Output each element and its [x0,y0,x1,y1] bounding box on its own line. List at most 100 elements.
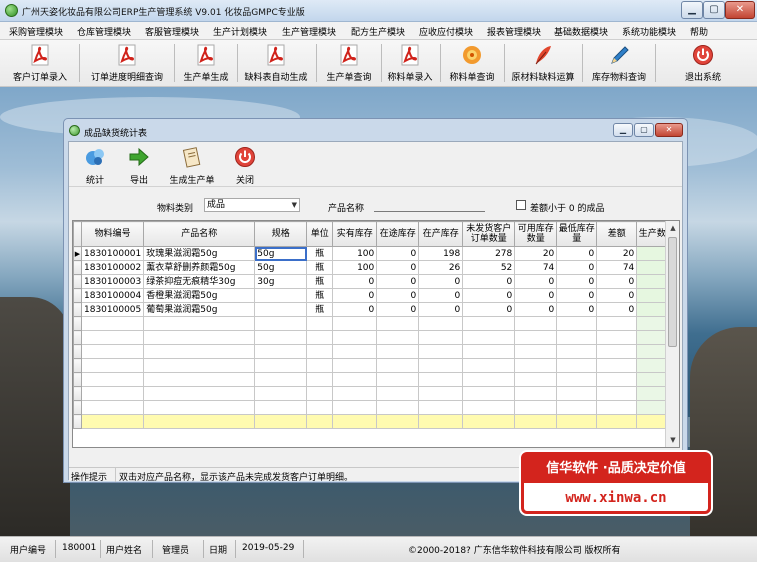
material-code-cell[interactable]: 1830100001 [80,246,145,261]
product-name-cell[interactable]: 薰衣草舒删养颜霜50g [143,260,256,275]
pending-order-qty-cell[interactable]: 52 [462,260,516,275]
menu-help[interactable]: 帮助 [690,25,708,38]
column-header[interactable]: 在途库存 [376,221,420,247]
generate-production-order-button[interactable]: 生成生产单 [164,145,220,186]
actual-stock-cell[interactable]: 0 [332,274,378,289]
menu-warehouse[interactable]: 仓库管理模块 [77,25,131,38]
product-name-cell[interactable]: 绿茶抑痘无痕精华30g [143,274,256,289]
weighing-order-query-button[interactable]: 称料单查询 [443,42,501,84]
in-production-cell[interactable]: 198 [418,246,464,261]
table-row[interactable]: 1830100004 香橙果滋润霜50g 瓶 0 0 0 0 0 0 0 [73,288,678,303]
column-header[interactable]: 单位 [306,221,334,247]
in-production-cell[interactable]: 0 [418,288,464,303]
menu-production[interactable]: 生产管理模块 [282,25,336,38]
column-header[interactable]: 在产库存 [418,221,464,247]
menu-production-plan[interactable]: 生产计划模块 [213,25,267,38]
available-stock-cell[interactable]: 0 [514,274,558,289]
difference-cell[interactable]: 0 [596,274,638,289]
exit-system-button[interactable]: 退出系统 [674,42,732,84]
column-header[interactable]: 可用库存数量 [514,221,558,247]
product-name-cell[interactable]: 玫瑰果滋润霜50g [143,246,256,261]
in-transit-cell[interactable]: 0 [376,260,420,275]
pending-order-qty-cell[interactable]: 0 [462,274,516,289]
shortage-auto-generate-button[interactable]: 缺料表自动生成 [240,42,312,84]
material-code-cell[interactable]: 1830100004 [80,288,145,303]
in-transit-cell[interactable]: 0 [376,274,420,289]
child-minimize-button[interactable]: ▁ [613,123,633,137]
close-button[interactable]: ✕ [725,1,755,19]
scroll-down-icon[interactable]: ▼ [666,433,679,447]
min-stock-cell[interactable]: 0 [556,288,598,303]
minimize-button[interactable]: ▁ [681,1,703,19]
scroll-thumb[interactable] [668,237,677,347]
in-transit-cell[interactable]: 0 [376,246,420,261]
unit-cell[interactable]: 瓶 [306,302,334,317]
available-stock-cell[interactable]: 20 [514,246,558,261]
statistics-button[interactable]: 统计 [77,145,113,186]
table-row[interactable]: ▶ 1830100001 玫瑰果滋润霜50g 50g 瓶 100 0 198 2… [73,246,678,261]
available-stock-cell[interactable]: 0 [514,288,558,303]
product-name-cell[interactable]: 香橙果滋润霜50g [143,288,256,303]
menu-formula[interactable]: 配方生产模块 [351,25,405,38]
in-production-cell[interactable]: 26 [418,260,464,275]
unit-cell[interactable]: 瓶 [306,260,334,275]
column-header[interactable]: 差额 [596,221,638,247]
column-header[interactable]: 规格 [254,221,308,247]
available-stock-cell[interactable]: 74 [514,260,558,275]
material-code-cell[interactable]: 1830100003 [80,274,145,289]
menu-reports[interactable]: 报表管理模块 [487,25,541,38]
maximize-button[interactable]: ▢ [703,1,725,19]
column-header[interactable]: 物料编号 [80,221,145,247]
in-transit-cell[interactable]: 0 [376,302,420,317]
weighing-order-entry-button[interactable]: 称料单录入 [384,42,436,84]
min-stock-cell[interactable]: 0 [556,260,598,275]
difference-cell[interactable]: 0 [596,302,638,317]
category-select[interactable]: 成品 ▼ [204,198,300,212]
scroll-up-icon[interactable]: ▲ [666,221,679,235]
table-row[interactable]: 1830100002 薰衣草舒删养颜霜50g 50g 瓶 100 0 26 52… [73,260,678,275]
actual-stock-cell[interactable]: 0 [332,302,378,317]
difference-cell[interactable]: 0 [596,288,638,303]
menu-system[interactable]: 系统功能模块 [622,25,676,38]
spec-cell[interactable]: 50g [254,246,308,261]
spec-cell[interactable] [254,302,308,317]
in-production-cell[interactable]: 0 [418,302,464,317]
spec-cell[interactable]: 50g [254,260,308,275]
product-name-cell[interactable]: 葡萄果滋润霜50g [143,302,256,317]
child-close-button[interactable]: ✕ [655,123,683,137]
menu-purchase[interactable]: 采购管理模块 [9,25,63,38]
pending-order-qty-cell[interactable]: 278 [462,246,516,261]
unit-cell[interactable]: 瓶 [306,246,334,261]
table-row[interactable]: 1830100005 葡萄果滋润霜50g 瓶 0 0 0 0 0 0 0 [73,302,678,317]
column-header[interactable]: 最低库存量 [556,221,598,247]
difference-cell[interactable]: 20 [596,246,638,261]
inventory-query-button[interactable]: 库存物料查询 [586,42,652,84]
min-stock-cell[interactable]: 0 [556,246,598,261]
difference-cell[interactable]: 74 [596,260,638,275]
menu-customer-service[interactable]: 客服管理模块 [145,25,199,38]
unit-cell[interactable]: 瓶 [306,274,334,289]
pending-order-qty-cell[interactable]: 0 [462,302,516,317]
export-button[interactable]: 导出 [121,145,157,186]
available-stock-cell[interactable]: 0 [514,302,558,317]
production-order-create-button[interactable]: 生产单生成 [177,42,235,84]
product-name-input[interactable] [374,198,485,212]
customer-order-entry-button[interactable]: 客户订单录入 [4,42,76,84]
actual-stock-cell[interactable]: 100 [332,246,378,261]
menu-basic-data[interactable]: 基础数据模块 [554,25,608,38]
order-progress-query-button[interactable]: 订单进度明细查询 [83,42,171,84]
actual-stock-cell[interactable]: 100 [332,260,378,275]
negative-diff-checkbox[interactable] [516,200,526,210]
material-code-cell[interactable]: 1830100002 [80,260,145,275]
column-header[interactable]: 未发货客户订单数量 [462,221,516,247]
material-code-cell[interactable]: 1830100005 [80,302,145,317]
child-maximize-button[interactable]: ▢ [634,123,654,137]
vertical-scrollbar[interactable]: ▲ ▼ [665,221,679,447]
min-stock-cell[interactable]: 0 [556,302,598,317]
column-header[interactable]: 实有库存 [332,221,378,247]
in-transit-cell[interactable]: 0 [376,288,420,303]
min-stock-cell[interactable]: 0 [556,274,598,289]
menu-receivable[interactable]: 应收应付模块 [419,25,473,38]
spec-cell[interactable] [254,288,308,303]
pending-order-qty-cell[interactable]: 0 [462,288,516,303]
